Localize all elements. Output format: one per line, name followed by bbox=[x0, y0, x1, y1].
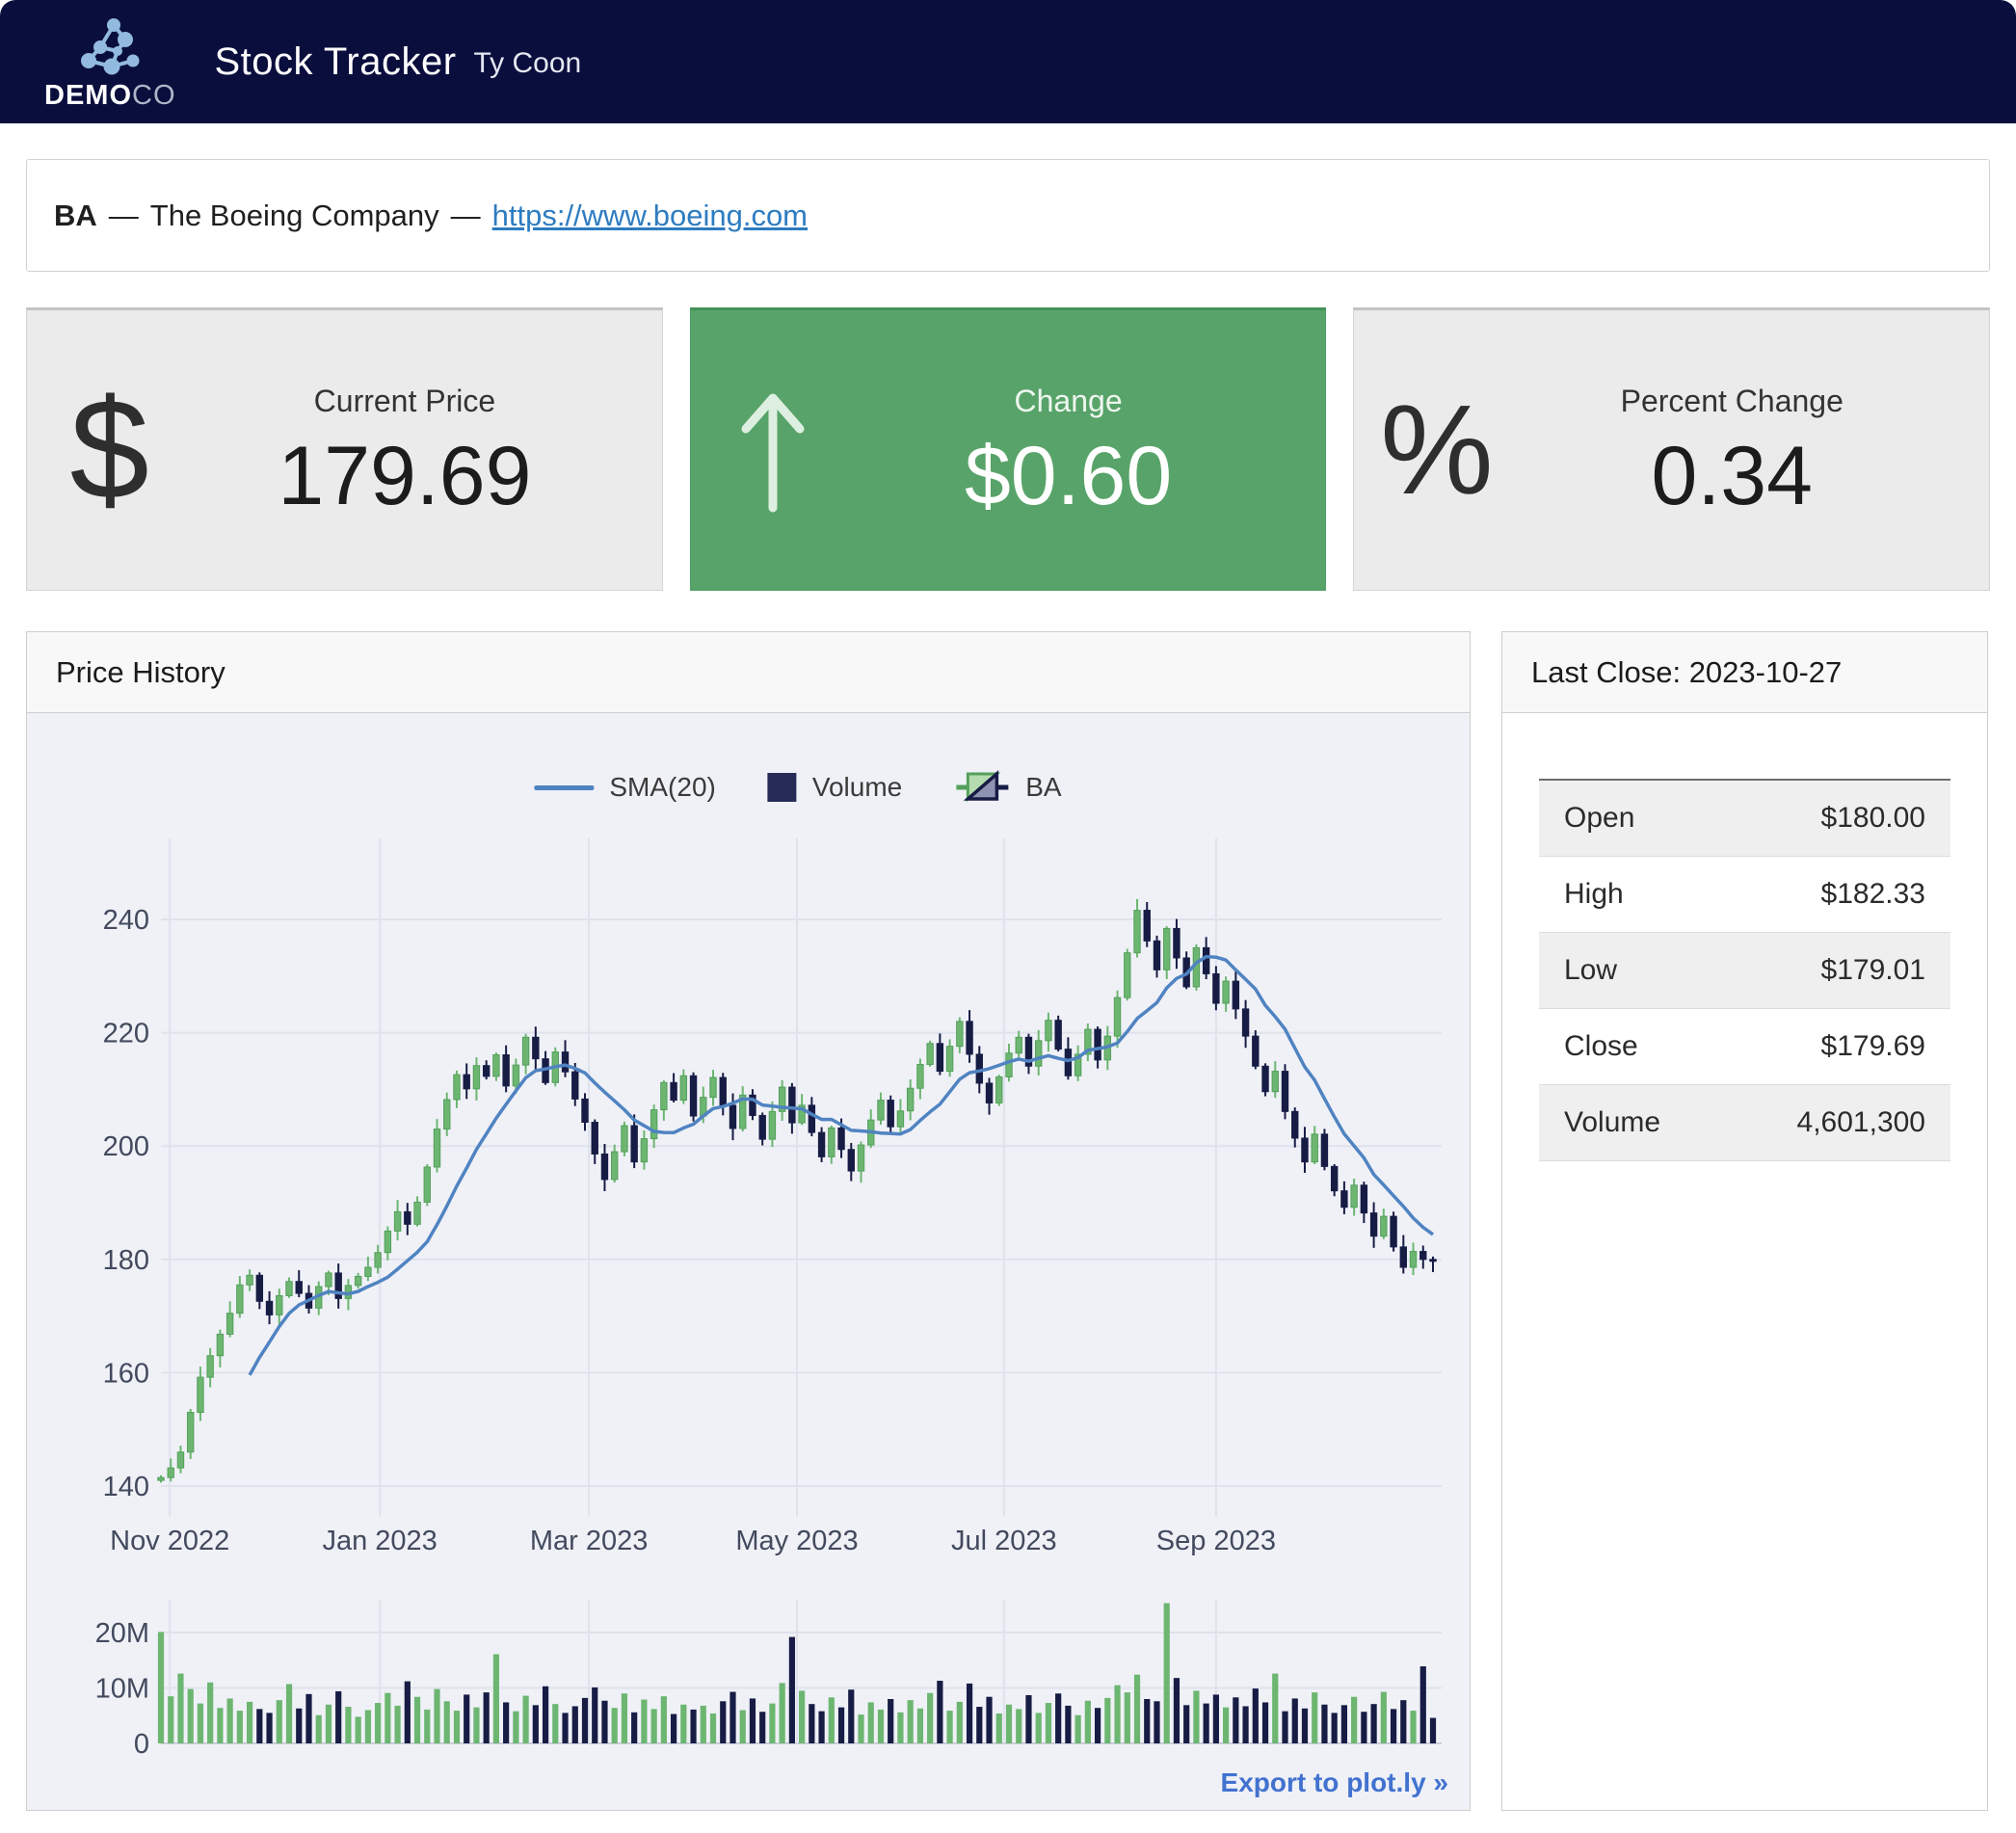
change-label: Change bbox=[856, 384, 1281, 419]
ohlc-value: 4,601,300 bbox=[1724, 1085, 1950, 1161]
candlestick-chart: 140 160 180 200 220 240 0 10M 20M Nov 2022 Jan 202… bbox=[27, 713, 1470, 1810]
separator: — bbox=[109, 199, 139, 233]
candlestick-icon bbox=[954, 769, 1010, 806]
company-website-link[interactable]: https://www.boeing.com bbox=[492, 199, 808, 233]
ohlc-label: Low bbox=[1539, 933, 1724, 1009]
last-close-title: Last Close: 2023-10-27 bbox=[1502, 632, 1987, 713]
current-price-label: Current Price bbox=[192, 384, 617, 419]
svg-text:10M: 10M bbox=[95, 1674, 149, 1705]
brand-logo: DEMOCO bbox=[44, 14, 176, 110]
ohlc-label: Open bbox=[1539, 780, 1724, 857]
export-link[interactable]: Export to plot.ly » bbox=[1221, 1767, 1448, 1798]
price-history-panel: Price History 140 160 180 200 220 240 0 10M 20M N… bbox=[26, 631, 1471, 1811]
change-card: Change $0.60 bbox=[690, 307, 1327, 591]
svg-text:Jan 2023: Jan 2023 bbox=[322, 1526, 437, 1556]
ohlc-value: $179.01 bbox=[1724, 933, 1950, 1009]
legend-sma-label: SMA(20) bbox=[609, 772, 715, 803]
ohlc-table: Open$180.00High$182.33Low$179.01Close$17… bbox=[1539, 779, 1950, 1161]
main-content: BA — The Boeing Company — https://www.bo… bbox=[0, 159, 2016, 1811]
ohlc-label: Close bbox=[1539, 1009, 1724, 1085]
sma-line-icon bbox=[534, 785, 594, 790]
svg-text:Sep 2023: Sep 2023 bbox=[1156, 1526, 1276, 1556]
svg-text:Nov 2022: Nov 2022 bbox=[110, 1526, 229, 1556]
current-price-card: $ Current Price 179.69 bbox=[26, 307, 663, 591]
svg-text:20M: 20M bbox=[95, 1618, 149, 1649]
price-history-title: Price History bbox=[27, 632, 1470, 713]
stats-row: $ Current Price 179.69 Change $0.60 % Pe bbox=[26, 307, 1990, 591]
svg-text:180: 180 bbox=[103, 1245, 149, 1276]
grid-lines bbox=[161, 838, 1442, 1743]
legend-ba-label: BA bbox=[1025, 772, 1061, 803]
ohlc-row-high: High$182.33 bbox=[1539, 857, 1950, 933]
brand-wordmark-bold: DEMO bbox=[44, 80, 132, 111]
legend-item-volume[interactable]: Volume bbox=[768, 772, 902, 803]
brand-wordmark: DEMOCO bbox=[44, 82, 176, 110]
volume-swatch-icon bbox=[768, 773, 797, 802]
svg-text:May 2023: May 2023 bbox=[735, 1526, 858, 1556]
svg-text:140: 140 bbox=[103, 1472, 149, 1502]
legend-item-ba[interactable]: BA bbox=[954, 769, 1061, 806]
svg-text:Jul 2023: Jul 2023 bbox=[951, 1526, 1057, 1556]
last-close-body: Open$180.00High$182.33Low$179.01Close$17… bbox=[1502, 713, 1987, 1731]
stock-tracker-app: DEMOCO Stock Tracker Ty Coon BA — The Bo… bbox=[0, 0, 2016, 1833]
svg-text:Mar 2023: Mar 2023 bbox=[530, 1526, 649, 1556]
percent-icon: % bbox=[1354, 386, 1519, 514]
ohlc-value: $182.33 bbox=[1724, 857, 1950, 933]
company-name: The Boeing Company bbox=[150, 199, 439, 233]
app-title: Stock Tracker bbox=[215, 40, 457, 84]
svg-text:160: 160 bbox=[103, 1358, 149, 1389]
price-history-chart: 140 160 180 200 220 240 0 10M 20M Nov 2022 Jan 202… bbox=[27, 713, 1470, 1810]
molecule-logo-icon bbox=[64, 14, 156, 78]
svg-text:200: 200 bbox=[103, 1131, 149, 1162]
ohlc-row-volume: Volume4,601,300 bbox=[1539, 1085, 1950, 1161]
current-price-value: 179.69 bbox=[192, 435, 617, 518]
last-close-panel: Last Close: 2023-10-27 Open$180.00High$1… bbox=[1501, 631, 1988, 1811]
brand-wordmark-light: CO bbox=[132, 80, 176, 111]
app-subtitle: Ty Coon bbox=[474, 47, 582, 80]
panels-row: Price History 140 160 180 200 220 240 0 10M 20M N… bbox=[26, 631, 1990, 1811]
app-header: DEMOCO Stock Tracker Ty Coon bbox=[0, 0, 2016, 123]
percent-change-card: % Percent Change 0.34 bbox=[1353, 307, 1990, 591]
ticker-symbol: BA bbox=[54, 199, 97, 233]
legend-item-sma[interactable]: SMA(20) bbox=[534, 772, 715, 803]
ohlc-row-low: Low$179.01 bbox=[1539, 933, 1950, 1009]
ohlc-value: $180.00 bbox=[1724, 780, 1950, 857]
svg-text:220: 220 bbox=[103, 1019, 149, 1049]
ohlc-row-open: Open$180.00 bbox=[1539, 780, 1950, 857]
svg-text:240: 240 bbox=[103, 905, 149, 936]
percent-change-value: 0.34 bbox=[1520, 435, 1945, 518]
svg-text:0: 0 bbox=[134, 1729, 149, 1760]
ohlc-row-close: Close$179.69 bbox=[1539, 1009, 1950, 1085]
ohlc-label: High bbox=[1539, 857, 1724, 933]
legend-volume-label: Volume bbox=[812, 772, 902, 803]
chart-legend: SMA(20) Volume bbox=[534, 769, 1061, 806]
change-value: $0.60 bbox=[856, 435, 1281, 518]
company-info-bar: BA — The Boeing Company — https://www.bo… bbox=[26, 159, 1990, 272]
ohlc-value: $179.69 bbox=[1724, 1009, 1950, 1085]
arrow-up-icon bbox=[691, 386, 856, 514]
percent-change-label: Percent Change bbox=[1520, 384, 1945, 419]
separator: — bbox=[451, 199, 481, 233]
ohlc-label: Volume bbox=[1539, 1085, 1724, 1161]
dollar-icon: $ bbox=[27, 379, 192, 521]
